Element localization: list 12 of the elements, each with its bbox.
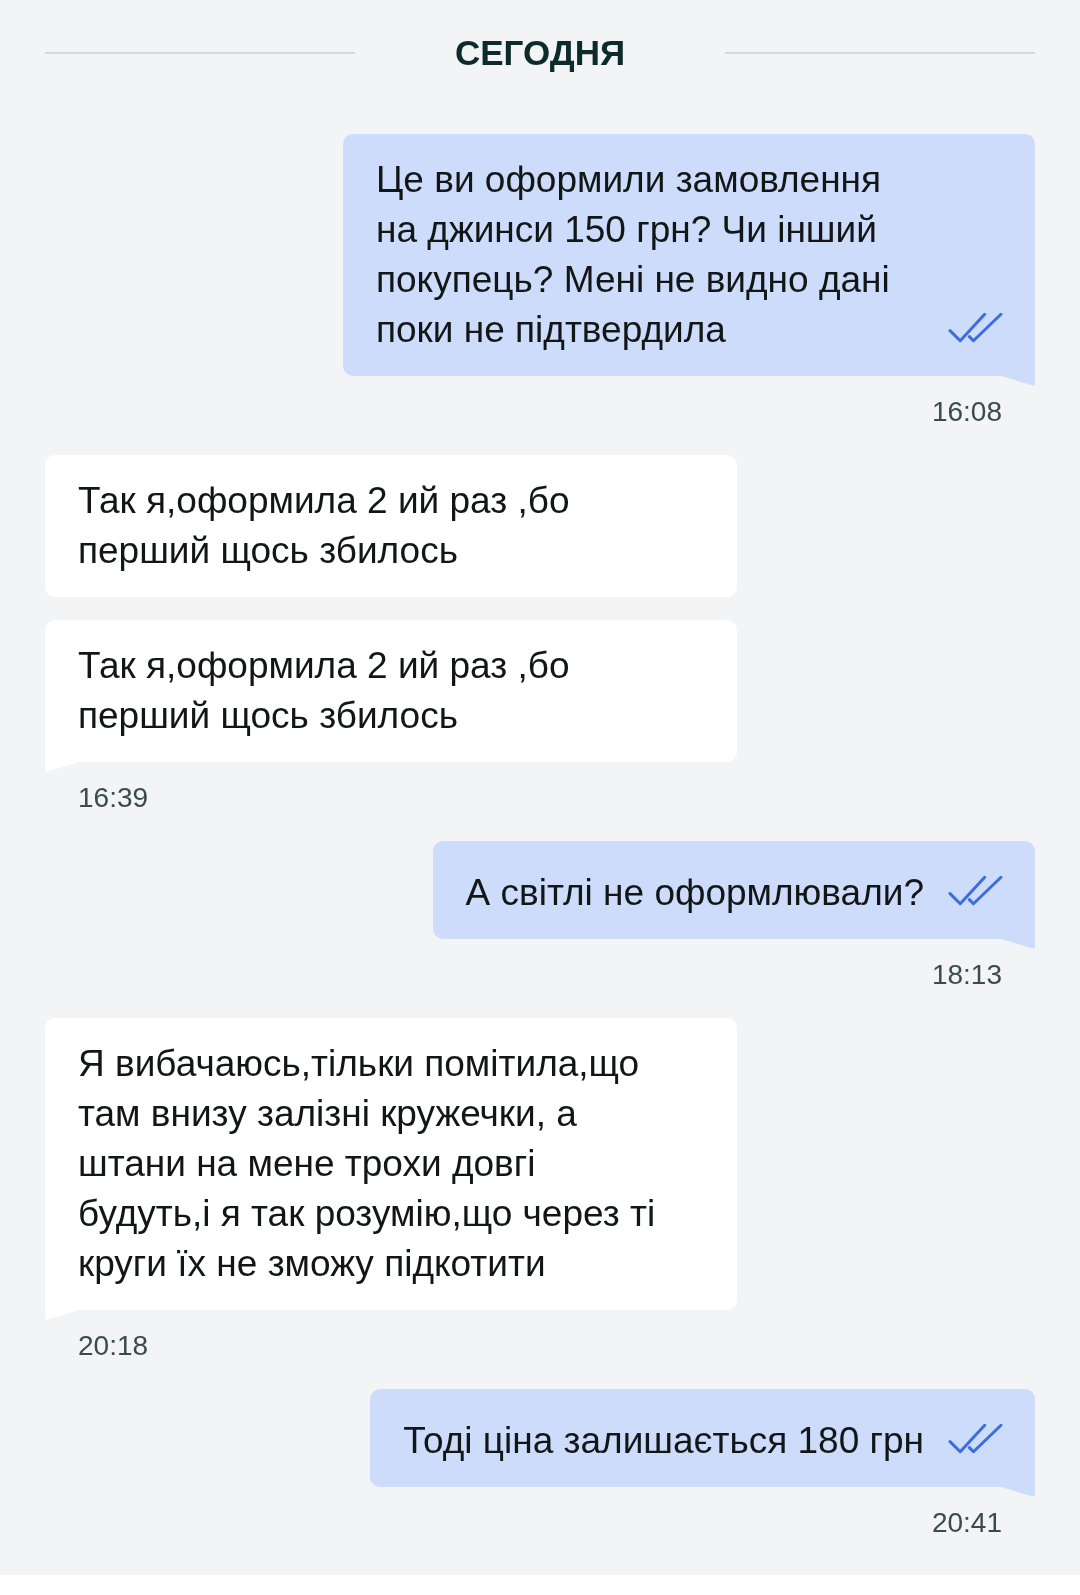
message-text: Так я,оформила 2 ий раз ,бо перший щось збилось bbox=[78, 644, 571, 738]
message-text: А світлі не оформлювали? bbox=[465, 871, 924, 915]
message-text: Тоді ціна залишається 180 грн bbox=[403, 1419, 924, 1463]
date-divider-label: СЕГОДНЯ bbox=[454, 32, 626, 74]
message-text: Я вибачаюсь,тільки помітила,що там внизу залізні кружечки, а штани на мене трохи довгі будуть,і я так розумію,що через ті круги їх не зможу підкотити bbox=[78, 1042, 657, 1286]
message-text: Так я,оформила 2 ий раз ,бо перший щось збилось bbox=[78, 479, 571, 573]
message-time: 20:41 bbox=[930, 1506, 1003, 1540]
message-time: 20:18 bbox=[77, 1329, 150, 1363]
message-time: 18:13 bbox=[930, 958, 1003, 992]
message-time: 16:08 bbox=[930, 395, 1003, 429]
message-text: Це ви оформили замовлення на джинси 150 грн? Чи інший покупець? Мені не видно дані поки не підтвердила bbox=[376, 158, 891, 352]
message-time: 16:39 bbox=[77, 781, 150, 815]
